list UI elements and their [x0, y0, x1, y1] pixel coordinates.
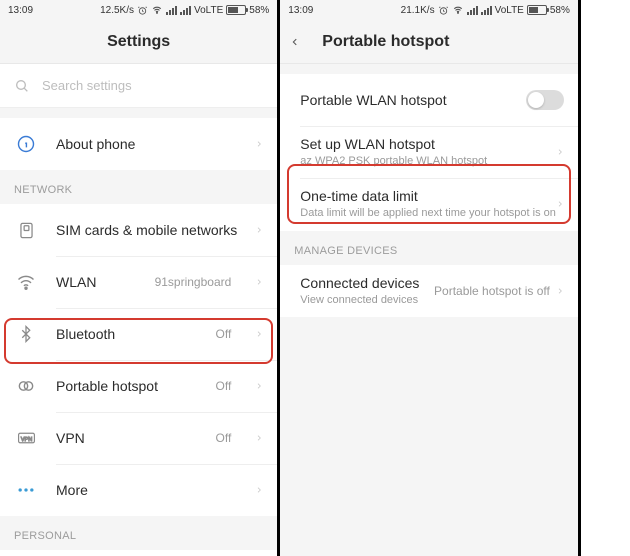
- chevron-right-icon: [255, 483, 263, 497]
- screen-settings: 13:09 12.5K/s VoLTE 58% Settings Search …: [0, 0, 280, 556]
- row-display[interactable]: Display: [0, 550, 277, 556]
- row-value: Off: [216, 327, 232, 341]
- section-personal: PERSONAL: [0, 516, 277, 550]
- page-title: Portable hotspot: [322, 33, 449, 51]
- row-sub: Data limit will be applied next time you…: [300, 206, 556, 220]
- info-icon: [14, 134, 38, 154]
- row-label: VPN: [56, 430, 198, 446]
- clock: 13:09: [8, 5, 33, 16]
- chevron-right-icon: [556, 145, 564, 159]
- page-title: Settings: [107, 33, 170, 51]
- signal-icon-2: [481, 6, 492, 15]
- search-icon: [14, 78, 30, 94]
- row-wlan-hotspot[interactable]: Portable WLAN hotspot: [280, 74, 578, 126]
- row-vpn[interactable]: VPN VPN Off: [0, 412, 277, 464]
- signal-icon-2: [180, 6, 191, 15]
- row-portable-hotspot[interactable]: Portable hotspot Off: [0, 360, 277, 412]
- row-more[interactable]: More: [0, 464, 277, 516]
- alarm-icon: [438, 5, 449, 16]
- row-label: One-time data limit: [300, 188, 556, 204]
- gap: [280, 64, 578, 74]
- net-speed: 12.5K/s: [100, 5, 134, 16]
- gap: [0, 108, 277, 118]
- row-label: More: [56, 482, 237, 498]
- screen-hotspot: 13:09 21.1K/s VoLTE 58% Portable hotspot…: [280, 0, 581, 556]
- row-data-limit[interactable]: One-time data limit Data limit will be a…: [280, 178, 578, 230]
- row-setup-hotspot[interactable]: Set up WLAN hotspot az WPA2 PSK portable…: [280, 126, 578, 178]
- chevron-right-icon: [255, 275, 263, 289]
- header: Portable hotspot: [280, 20, 578, 64]
- row-value: Off: [216, 431, 232, 445]
- battery-icon: [226, 5, 246, 15]
- clock: 13:09: [288, 5, 313, 16]
- search-placeholder: Search settings: [42, 78, 132, 93]
- section-network: NETWORK: [0, 170, 277, 204]
- row-label: SIM cards & mobile networks: [56, 222, 237, 238]
- chevron-right-icon: [255, 379, 263, 393]
- row-value: 91springboard: [155, 275, 232, 289]
- chevron-right-icon: [556, 284, 564, 298]
- battery-pct: 58%: [249, 5, 269, 16]
- status-bar: 13:09 21.1K/s VoLTE 58%: [280, 0, 578, 20]
- header: Settings: [0, 20, 277, 64]
- row-connected-devices[interactable]: Connected devices View connected devices…: [280, 265, 578, 317]
- hotspot-icon: [14, 376, 38, 396]
- signal-icon-1: [467, 6, 478, 15]
- more-icon: [14, 480, 38, 500]
- back-button[interactable]: [290, 20, 300, 63]
- row-sub: az WPA2 PSK portable WLAN hotspot: [300, 154, 556, 168]
- row-sub: View connected devices: [300, 293, 434, 307]
- chevron-right-icon: [255, 137, 263, 151]
- battery-pct: 58%: [550, 5, 570, 16]
- sim-icon: [14, 221, 38, 240]
- alarm-icon: [137, 5, 148, 16]
- chevron-right-icon: [255, 223, 263, 237]
- chevron-right-icon: [255, 431, 263, 445]
- row-label: Portable hotspot: [56, 378, 198, 394]
- signal-icon-1: [166, 6, 177, 15]
- battery-icon: [527, 5, 547, 15]
- net-speed: 21.1K/s: [401, 5, 435, 16]
- row-bluetooth[interactable]: Bluetooth Off: [0, 308, 277, 360]
- toggle-hotspot[interactable]: [526, 90, 564, 110]
- wifi-icon: [151, 5, 163, 15]
- row-wlan[interactable]: WLAN 91springboard: [0, 256, 277, 308]
- chevron-right-icon: [255, 327, 263, 341]
- svg-text:VPN: VPN: [20, 437, 31, 443]
- status-bar: 13:09 12.5K/s VoLTE 58%: [0, 0, 277, 20]
- volte-label: VoLTE: [495, 5, 524, 16]
- row-value: Portable hotspot is off: [434, 284, 550, 298]
- row-label: About phone: [56, 136, 237, 152]
- vpn-icon: VPN: [14, 431, 38, 445]
- row-label: Set up WLAN hotspot: [300, 136, 556, 152]
- row-label: Connected devices: [300, 275, 434, 291]
- chevron-right-icon: [556, 197, 564, 211]
- section-manage-devices: MANAGE DEVICES: [280, 231, 578, 265]
- wifi-icon: [452, 5, 464, 15]
- row-sim-cards[interactable]: SIM cards & mobile networks: [0, 204, 277, 256]
- row-about-phone[interactable]: About phone: [0, 118, 277, 170]
- row-value: Off: [216, 379, 232, 393]
- row-label: Portable WLAN hotspot: [300, 92, 526, 108]
- search-row[interactable]: Search settings: [0, 64, 277, 108]
- row-label: WLAN: [56, 274, 137, 290]
- wifi-icon: [14, 272, 38, 292]
- volte-label: VoLTE: [194, 5, 223, 16]
- row-label: Bluetooth: [56, 326, 198, 342]
- bluetooth-icon: [14, 325, 38, 343]
